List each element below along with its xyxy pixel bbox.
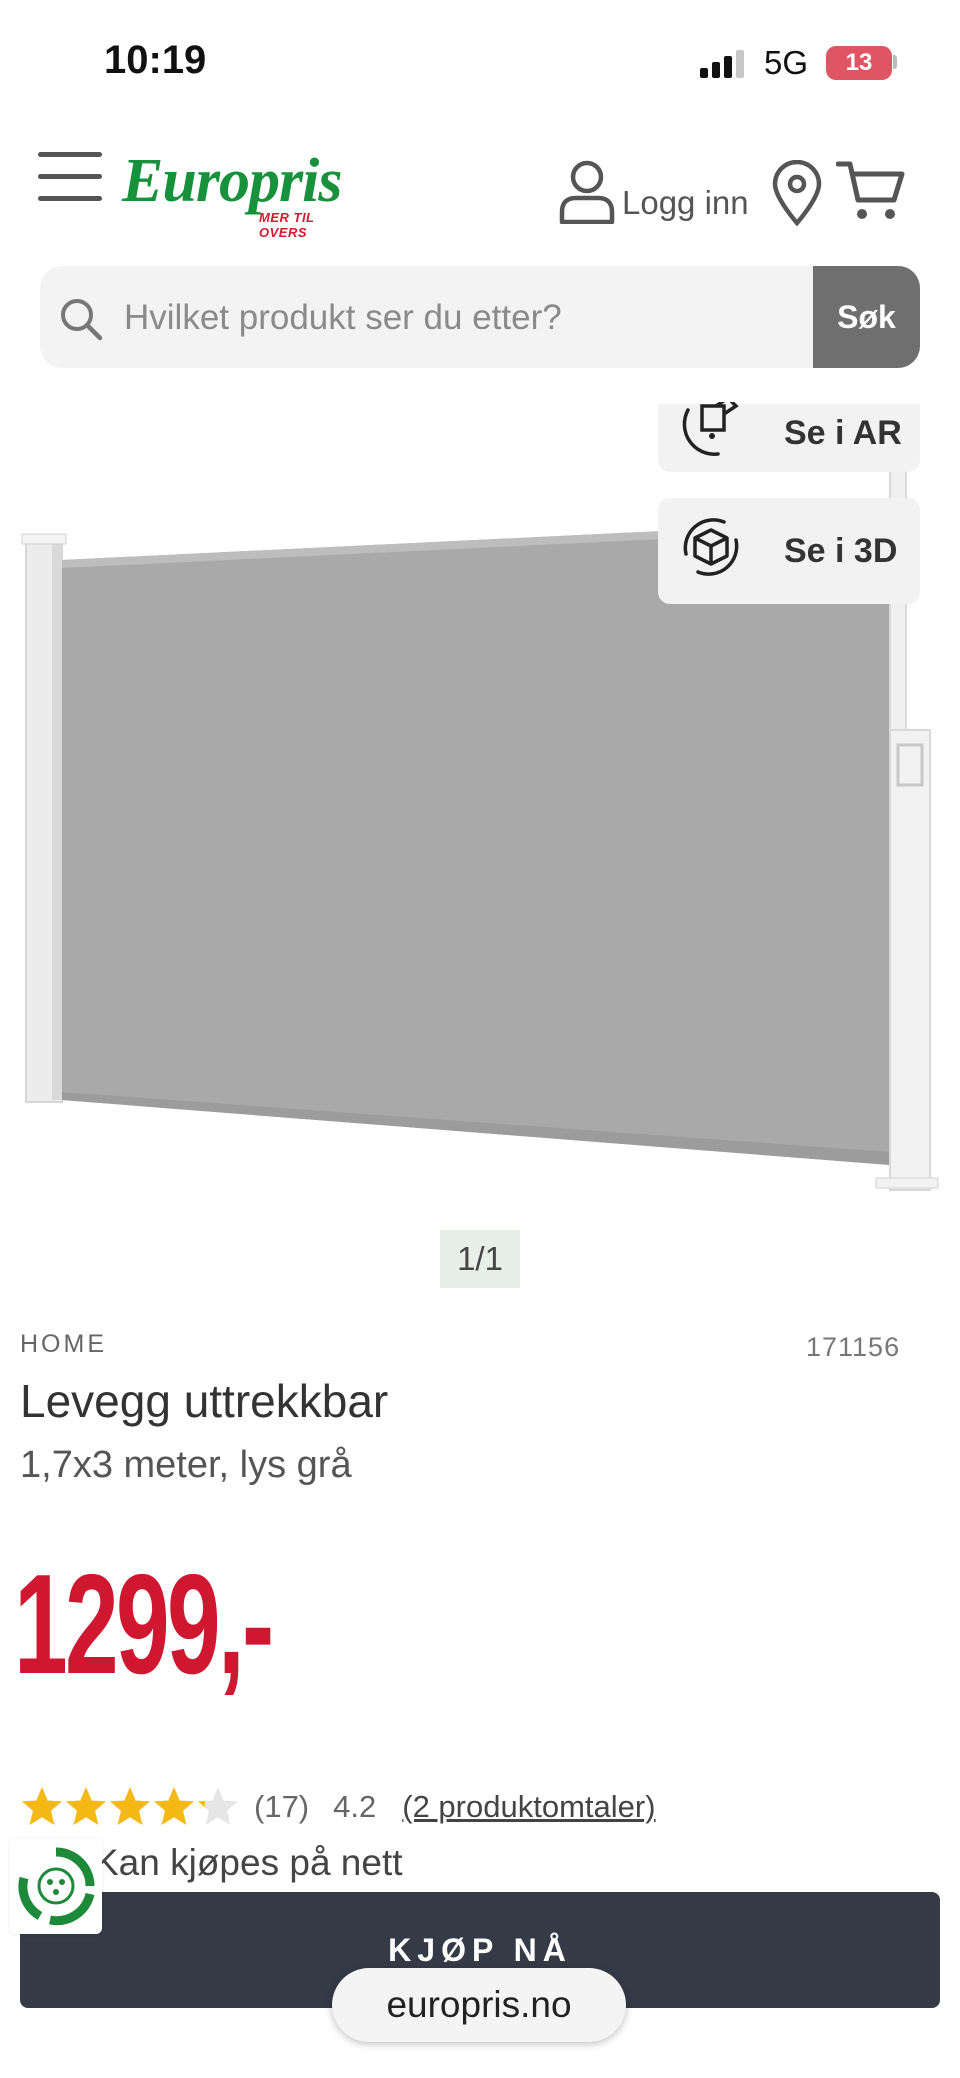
star-icon (198, 1787, 238, 1825)
availability-text: Kan kjøpes på nett (94, 1842, 403, 1883)
europris-logo[interactable]: Europris MER TIL OVERS (122, 147, 362, 240)
search-bar: Søk (40, 266, 920, 368)
user-icon[interactable] (558, 160, 616, 224)
star-icon (22, 1787, 62, 1825)
product-brand[interactable]: HOME (20, 1330, 107, 1359)
ar-label: Se i AR (784, 414, 902, 452)
search-button[interactable]: Søk (813, 266, 920, 368)
product-sku: 171156 (806, 1332, 901, 1362)
star-icon (110, 1787, 150, 1825)
rating-value: 4.2 (333, 1789, 377, 1824)
star-icon (154, 1787, 194, 1825)
menu-icon[interactable] (38, 152, 104, 202)
product-title: Levegg uttrekkbar (20, 1375, 389, 1427)
battery-tip (893, 55, 897, 69)
location-pin-icon[interactable] (770, 160, 824, 226)
view-in-ar-button[interactable]: Se i AR (658, 402, 920, 472)
rating-row: (17) 4.2 (2 produktomtaler) (20, 1782, 656, 1832)
view-in-3d-button[interactable]: Se i 3D (658, 498, 920, 604)
network-label: 5G (764, 44, 809, 81)
status-time: 10:19 (104, 38, 207, 82)
buy-now-label: KJØP NÅ (388, 1932, 572, 1968)
search-icon (61, 299, 103, 341)
rating-stars (20, 1785, 240, 1829)
eco-badge[interactable] (10, 1838, 102, 1934)
reviews-link[interactable]: (2 produktomtaler) (402, 1789, 655, 1825)
login-link[interactable]: Logg inn (622, 184, 749, 222)
battery-icon: 13 (826, 46, 892, 80)
logo-text: Europris (122, 147, 342, 215)
recycle-leaf-icon (18, 1847, 95, 1926)
signal-icon (700, 48, 750, 78)
logo-tagline: MER TIL OVERS (259, 210, 315, 240)
product-subtitle: 1,7x3 meter, lys grå (20, 1444, 352, 1486)
rating-count: (17) (254, 1789, 310, 1824)
3d-label: Se i 3D (784, 532, 898, 570)
product-price: 1299,- (14, 1545, 274, 1704)
star-icon (66, 1787, 106, 1825)
search-input[interactable] (122, 266, 846, 368)
cart-icon[interactable] (836, 158, 906, 224)
ar-icon (682, 402, 739, 456)
cube-3d-icon (683, 518, 739, 576)
image-pager: 1/1 (440, 1230, 520, 1288)
browser-url-bar[interactable]: europris.no (332, 1968, 626, 2042)
